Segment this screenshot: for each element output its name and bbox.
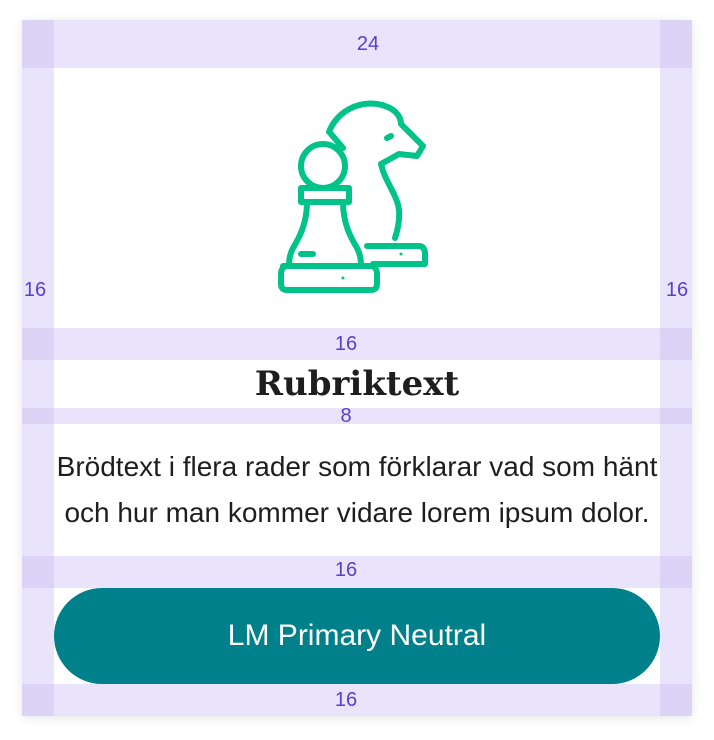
spacer-left xyxy=(22,68,54,684)
spacer-label-left: 16 xyxy=(23,278,47,301)
spacer-corner xyxy=(22,408,54,424)
spacer-corner xyxy=(660,556,692,588)
spacer-label-after-body: 16 xyxy=(334,558,358,581)
spacer-label-after-icon: 16 xyxy=(334,332,358,355)
spacer-corner xyxy=(22,20,54,68)
chess-pawn-knight-icon xyxy=(278,100,428,293)
spacer-corner xyxy=(660,328,692,360)
spacer-corner xyxy=(22,328,54,360)
spacer-corner xyxy=(22,556,54,588)
spacer-right xyxy=(660,68,692,684)
spacer-corner xyxy=(660,684,692,716)
spacer-label-top: 24 xyxy=(356,32,380,55)
body-text: Brödtext i flera rader som förklarar vad… xyxy=(56,451,658,528)
spacer-corner xyxy=(22,684,54,716)
spacer-corner xyxy=(660,408,692,424)
spacer-label-right: 16 xyxy=(665,278,689,301)
heading: Rubriktext xyxy=(254,364,460,404)
primary-button[interactable]: LM Primary Neutral xyxy=(54,588,660,684)
spacer-label-bottom: 16 xyxy=(334,688,358,711)
spacer-label-after-title: 8 xyxy=(340,404,352,427)
illustration xyxy=(54,68,660,328)
